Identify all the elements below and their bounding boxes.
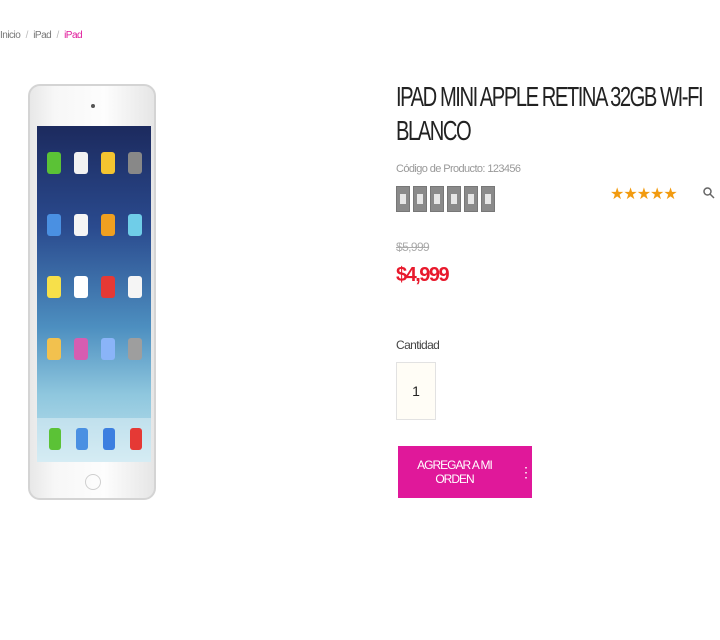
zoom-icon[interactable]: [702, 186, 716, 200]
app-icon: [47, 276, 61, 298]
product-code: Código de Producto: 123456: [396, 163, 521, 175]
app-icon: [128, 152, 142, 174]
app-icon: [49, 428, 61, 450]
quantity-input[interactable]: [396, 362, 436, 420]
app-grid: [47, 152, 143, 360]
app-icon: [47, 214, 61, 236]
app-icon: [101, 276, 115, 298]
app-icon: [74, 214, 88, 236]
dock-apps: [49, 428, 142, 450]
thumbnail[interactable]: [396, 186, 410, 212]
app-icon: [130, 428, 142, 450]
more-icon: ⋮: [519, 464, 533, 480]
product-page: Inicio / iPad / iPad IPAD MINI APPLE RET…: [0, 0, 720, 640]
app-icon: [74, 152, 88, 174]
breadcrumb-current: iPad: [64, 30, 83, 41]
breadcrumb-home[interactable]: Inicio: [0, 30, 21, 41]
sale-price: $4,999: [396, 264, 450, 286]
home-button: [85, 474, 101, 490]
camera-dot: [91, 104, 95, 108]
breadcrumb-category[interactable]: iPad: [33, 30, 52, 41]
app-icon: [101, 152, 115, 174]
ipad-screen: [37, 126, 151, 462]
app-icon: [128, 276, 142, 298]
thumbnail[interactable]: [430, 186, 444, 212]
app-icon: [76, 428, 88, 450]
add-to-order-button[interactable]: AGREGAR A MI ORDEN ⋮: [398, 446, 533, 498]
breadcrumb-separator: /: [25, 30, 29, 41]
app-icon: [74, 276, 88, 298]
thumbnail[interactable]: [447, 186, 461, 212]
product-title: IPAD MINI APPLE RETINA 32GB WI-FI BLANCO: [396, 81, 704, 146]
breadcrumb-separator: /: [56, 30, 60, 41]
old-price: $5,999: [396, 240, 430, 254]
quantity-label: Cantidad: [396, 338, 440, 352]
thumbnail-strip: [396, 186, 495, 212]
app-icon: [103, 428, 115, 450]
app-icon: [47, 338, 61, 360]
thumbnail[interactable]: [464, 186, 478, 212]
breadcrumb: Inicio / iPad / iPad: [0, 30, 85, 41]
thumbnail[interactable]: [481, 186, 495, 212]
product-image[interactable]: [28, 84, 160, 504]
app-icon: [101, 338, 115, 360]
app-icon: [128, 338, 142, 360]
app-icon: [128, 214, 142, 236]
thumbnail[interactable]: [413, 186, 427, 212]
app-icon: [101, 214, 115, 236]
dock: [37, 418, 151, 462]
add-to-order-label: AGREGAR A MI ORDEN: [417, 458, 493, 486]
star-rating[interactable]: ★★★★★: [610, 184, 678, 204]
ipad-illustration: [28, 84, 156, 500]
app-icon: [74, 338, 88, 360]
app-icon: [47, 152, 61, 174]
